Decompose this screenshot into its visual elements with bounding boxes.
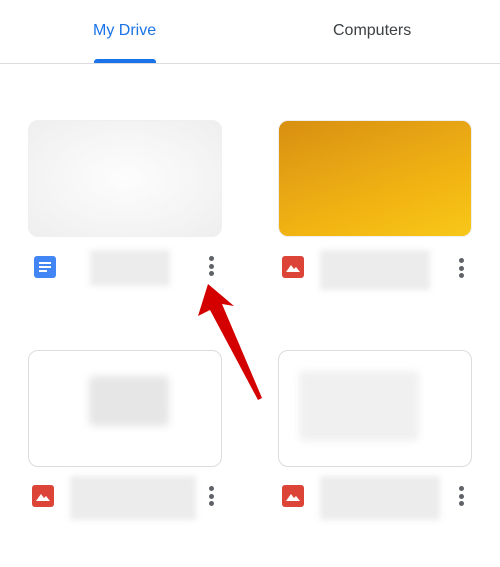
google-docs-icon: [34, 256, 56, 278]
thumbnail-content-blurred: [89, 376, 169, 426]
more-options-button[interactable]: [456, 258, 466, 282]
file-thumbnail[interactable]: [28, 120, 222, 237]
image-file-icon: [282, 256, 304, 278]
file-thumbnail[interactable]: [28, 350, 222, 467]
tab-computers[interactable]: Computers: [333, 22, 411, 40]
file-thumbnail[interactable]: [278, 120, 472, 237]
file-name-redacted: [90, 250, 170, 286]
image-file-icon: [282, 485, 304, 507]
thumbnail-content-blurred: [299, 371, 419, 441]
more-options-button[interactable]: [456, 486, 466, 510]
file-thumbnail[interactable]: [278, 350, 472, 467]
tab-my-drive[interactable]: My Drive: [93, 22, 156, 40]
file-name-redacted: [70, 476, 196, 520]
file-name-redacted: [320, 476, 440, 520]
active-tab-indicator: [94, 59, 156, 63]
file-name-redacted: [320, 250, 430, 290]
drive-tab-bar: My Drive Computers: [0, 0, 500, 64]
more-options-button[interactable]: [206, 486, 216, 510]
image-file-icon: [32, 485, 54, 507]
annotation-arrow-icon: [198, 284, 262, 400]
